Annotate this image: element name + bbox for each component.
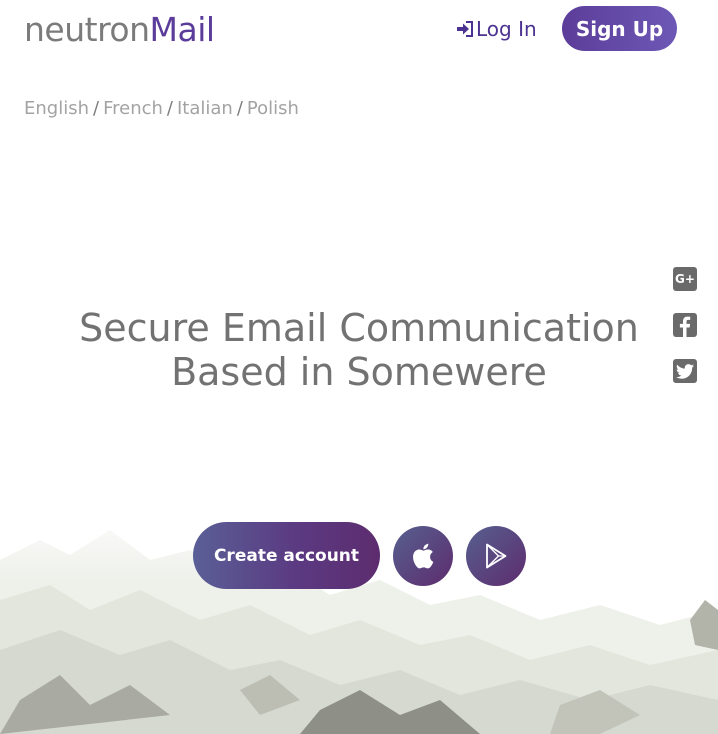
apple-icon	[413, 543, 434, 569]
google-plus-glyph: G+	[675, 272, 695, 286]
language-separator: /	[236, 98, 243, 119]
language-separator: /	[93, 98, 100, 119]
hero-heading: Secure Email Communication Based in Some…	[0, 306, 718, 394]
login-label: Log In	[476, 17, 537, 41]
language-french[interactable]: French	[103, 98, 163, 119]
google-play-icon	[486, 543, 507, 569]
language-english[interactable]: English	[24, 98, 89, 119]
landing-page: neutronMail Log In Sign Up English / Frenc…	[0, 0, 718, 734]
sign-in-icon	[457, 21, 473, 37]
logo[interactable]: neutronMail	[24, 8, 215, 52]
hero-line-2: Based in Somewere	[171, 350, 547, 394]
login-link[interactable]: Log In	[456, 14, 537, 44]
language-polish[interactable]: Polish	[247, 98, 299, 119]
google-play-button[interactable]	[466, 526, 526, 586]
google-plus-icon[interactable]: G+	[673, 267, 697, 291]
hero-line-1: Secure Email Communication	[79, 306, 639, 350]
create-account-button[interactable]: Create account	[193, 522, 380, 589]
logo-text-neutron: neutron	[24, 10, 150, 49]
language-italian[interactable]: Italian	[177, 98, 233, 119]
signup-button[interactable]: Sign Up	[562, 6, 677, 51]
app-store-button[interactable]	[393, 526, 453, 586]
language-selector: English / French / Italian / Polish	[24, 98, 299, 119]
language-separator: /	[166, 98, 173, 119]
logo-text-mail: Mail	[149, 10, 216, 49]
